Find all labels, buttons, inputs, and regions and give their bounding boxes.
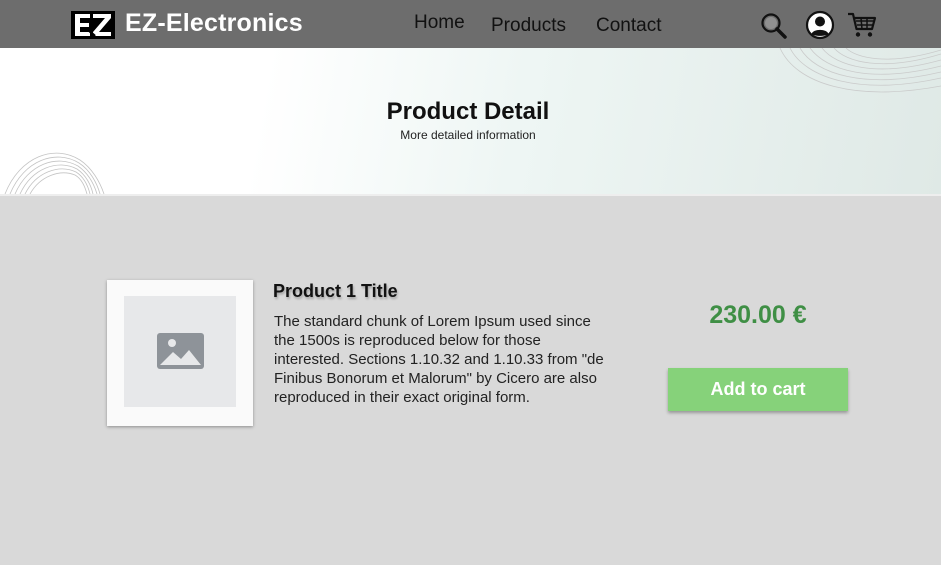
top-navbar: EZ-Electronics Home Products Contact <box>0 0 941 48</box>
add-to-cart-button[interactable]: Add to cart <box>668 368 848 411</box>
nav-contact-link[interactable]: Contact <box>596 15 661 37</box>
account-icon[interactable] <box>805 10 835 40</box>
nav-products-link[interactable]: Products <box>491 15 566 37</box>
search-icon[interactable] <box>759 11 789 41</box>
page-subtitle: More detailed information <box>400 128 536 142</box>
product-image[interactable] <box>107 280 253 426</box>
image-placeholder-icon <box>157 333 204 369</box>
nav-home-link[interactable]: Home <box>414 12 465 34</box>
product-price: 230.00 € <box>709 301 807 329</box>
product-description: The standard chunk of Lorem Ipsum used s… <box>274 313 604 406</box>
page-banner: Product Detail More detailed information <box>0 48 941 196</box>
brand-name[interactable]: EZ-Electronics <box>125 9 303 38</box>
product-title: Product 1 Title <box>273 281 398 301</box>
cart-icon[interactable] <box>847 10 877 40</box>
ez-logo-icon[interactable] <box>71 11 115 39</box>
page-title: Product Detail <box>386 98 550 125</box>
